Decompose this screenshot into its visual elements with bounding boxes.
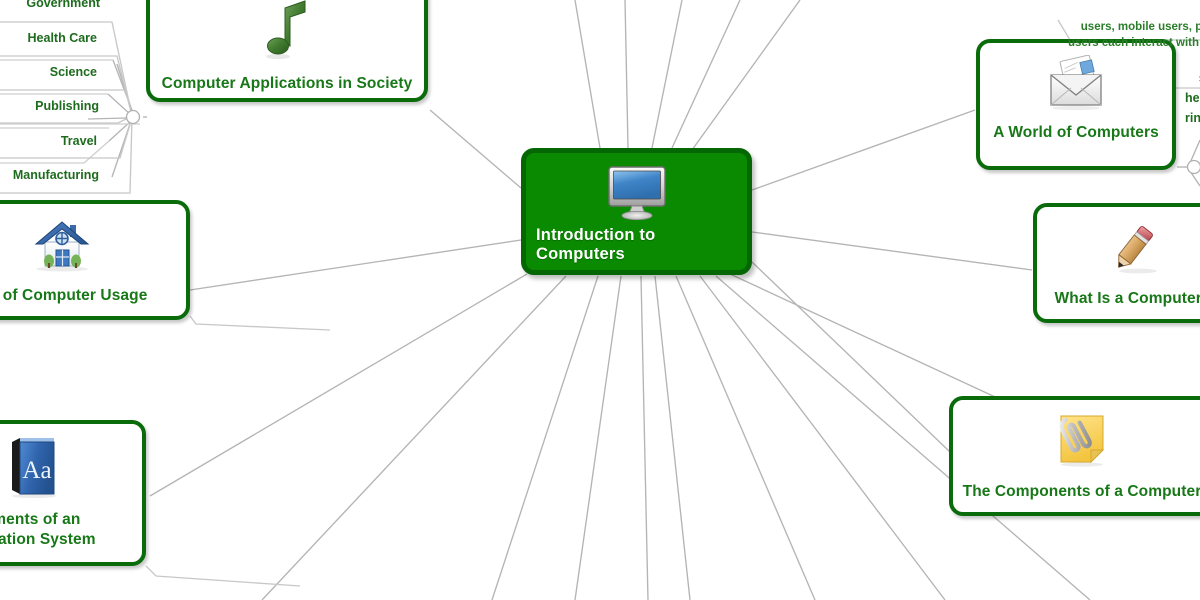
- collapse-hub-right[interactable]: [1186, 159, 1200, 175]
- root-label: Introduction to Computers: [536, 226, 656, 263]
- sticky-note-icon: [1053, 412, 1111, 475]
- node-label: What Is a Computer?: [1054, 290, 1200, 307]
- root-node[interactable]: Introduction to Computers: [521, 148, 752, 275]
- annotation-world-of-computers-note: users, mobile users, power users each in…: [1068, 20, 1200, 50]
- annotation-right-edge-note: ses o healt ring: [1185, 71, 1200, 125]
- subbranch-health-care[interactable]: Health Care: [0, 31, 97, 45]
- subbranch-travel[interactable]: Travel: [0, 134, 97, 148]
- node-label: Computer Applications in Society: [161, 75, 413, 92]
- node-what-is-a-computer[interactable]: What Is a Computer?: [1033, 203, 1200, 323]
- subbranch-science[interactable]: Science: [0, 65, 97, 79]
- subbranch-government[interactable]: Government: [0, 0, 100, 10]
- house-icon: [32, 216, 92, 279]
- node-label: The Components of a Computer: [962, 483, 1200, 500]
- node-computer-applications-in-society[interactable]: Computer Applications in Society: [146, 0, 428, 102]
- node-label: les of Computer Usage: [2, 287, 148, 304]
- music-note-icon: [261, 0, 313, 67]
- svg-text:Aa: Aa: [22, 457, 51, 484]
- pencil-icon: [1104, 219, 1162, 282]
- node-examples-of-computer-usage[interactable]: les of Computer Usage: [0, 200, 190, 320]
- monitor-icon: [606, 165, 668, 226]
- mindmap-canvas[interactable]: Introduction to Computers Computer Appli…: [0, 0, 1200, 600]
- node-label: A World of Computers: [993, 124, 1159, 141]
- subbranch-manufacturing[interactable]: Manufacturing: [0, 168, 99, 182]
- node-the-components-of-a-computer[interactable]: The Components of a Computer: [949, 396, 1200, 516]
- dictionary-book-icon: Aa: [4, 436, 60, 503]
- node-label: ements of an ormation System: [0, 511, 96, 548]
- node-elements-of-an-information-system[interactable]: Aa ements of an ormation System: [0, 420, 146, 566]
- collapse-hub-left[interactable]: [125, 109, 141, 125]
- subbranch-publishing[interactable]: Publishing: [0, 99, 99, 113]
